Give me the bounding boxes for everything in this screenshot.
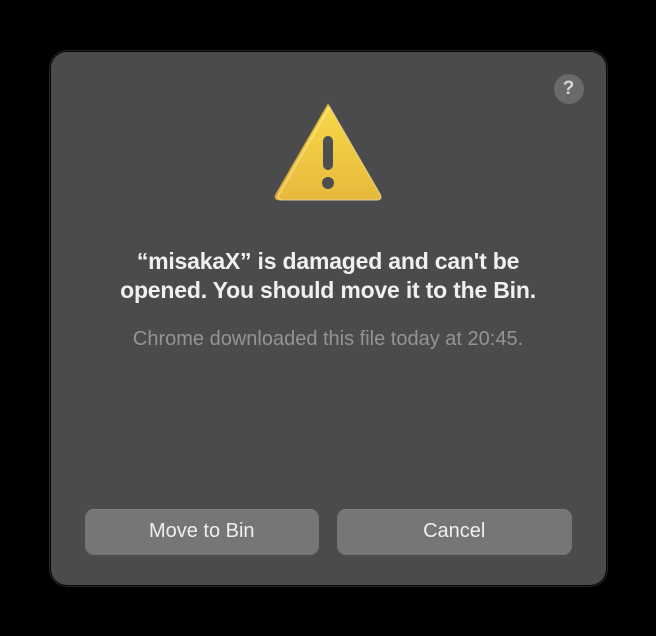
alert-dialog: ? “misakaX” is damaged and can't be open… — [51, 52, 606, 585]
dialog-subtitle: Chrome downloaded this file today at 20:… — [103, 326, 553, 353]
help-icon: ? — [563, 78, 575, 100]
help-button[interactable]: ? — [554, 74, 584, 104]
button-row: Move to Bin Cancel — [85, 509, 572, 555]
cancel-button[interactable]: Cancel — [337, 509, 572, 555]
move-to-bin-button[interactable]: Move to Bin — [85, 509, 320, 555]
dialog-title: “misakaX” is damaged and can't be opened… — [85, 247, 572, 307]
warning-icon — [270, 100, 386, 209]
